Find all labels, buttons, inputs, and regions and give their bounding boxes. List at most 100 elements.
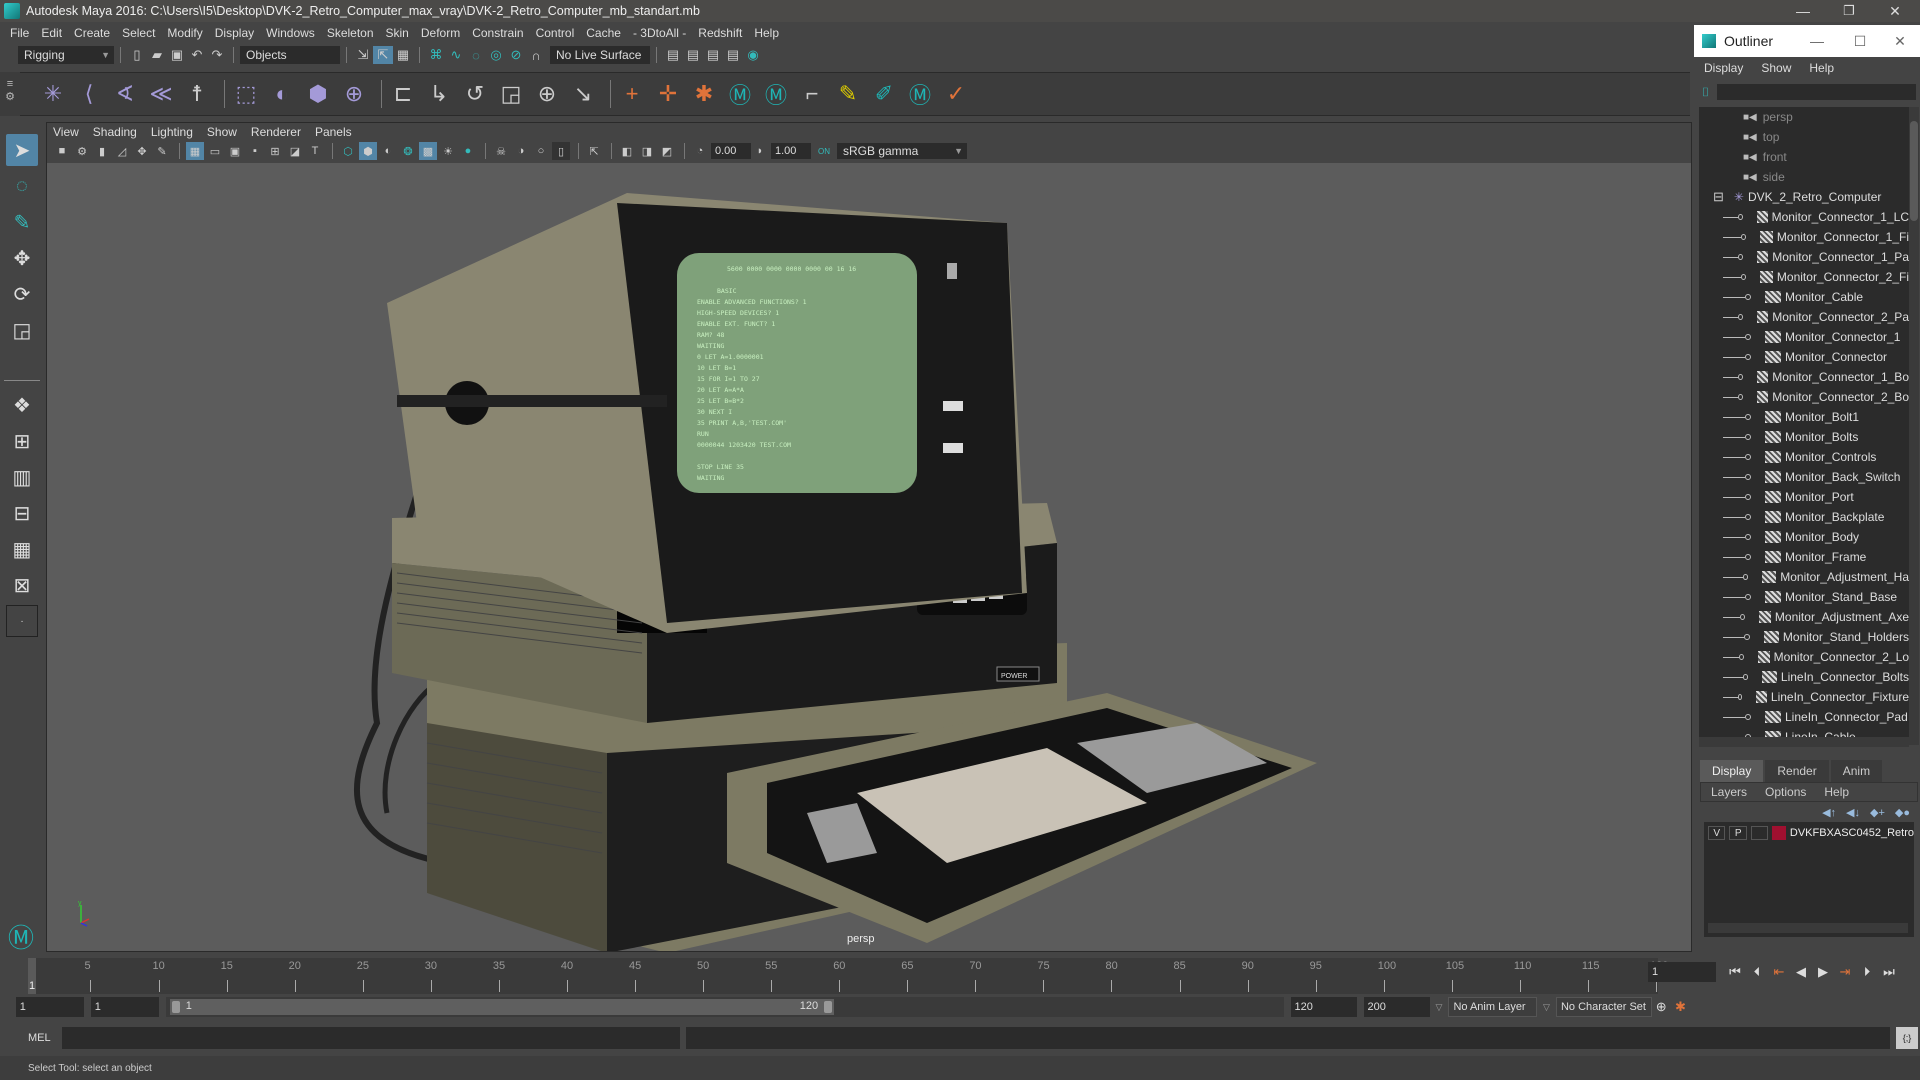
shelf-tabs-toggle[interactable]: ≡ ⚙ — [0, 72, 20, 116]
gamma-icon[interactable]: ◗ — [751, 142, 769, 160]
filter-toggle-icon[interactable]: ⌷ — [1702, 85, 1709, 100]
current-frame-field[interactable] — [1648, 962, 1716, 982]
outliner-item-mesh[interactable]: Monitor_Bolts — [1699, 427, 1909, 447]
minimize-button[interactable]: — — [1780, 0, 1826, 22]
save-scene-icon[interactable]: ▣ — [167, 46, 187, 64]
brush-icon[interactable]: ✎ — [833, 79, 863, 109]
outliner-item-mesh[interactable]: Monitor_Connector_2_Bo — [1699, 387, 1909, 407]
render-settings-icon[interactable]: ▤ — [723, 46, 743, 64]
outliner-menu-help[interactable]: Help — [1809, 61, 1834, 75]
outliner-item-mesh[interactable]: Monitor_Connector_1_LC — [1699, 207, 1909, 227]
smooth-skin-icon[interactable]: ◐ — [267, 79, 297, 109]
outliner-item-mesh[interactable]: Monitor_Controls — [1699, 447, 1909, 467]
tab-render[interactable]: Render — [1765, 760, 1829, 782]
outliner-item-mesh[interactable]: LineIn_Connector_Pad — [1699, 707, 1909, 727]
maya-m-icon[interactable]: Ⓜ — [725, 79, 755, 109]
menu-select[interactable]: Select — [122, 26, 155, 40]
menu-display[interactable]: Display — [215, 26, 254, 40]
outliner-menu-display[interactable]: Display — [1704, 61, 1743, 75]
render-current-icon[interactable]: ▤ — [683, 46, 703, 64]
wireframe-icon[interactable]: ⬡ — [339, 142, 357, 160]
outliner-item-camera[interactable]: ■◀ persp — [1699, 107, 1909, 127]
viewport-canvas[interactable]: POWER 5600 0000 0000 0000 0000 00 16 16 … — [47, 163, 1691, 951]
joint-tool-icon[interactable]: ✳ — [38, 79, 68, 109]
step-forward-frame-icon[interactable]: ⏵ — [1856, 964, 1878, 980]
move-layer-down-icon[interactable]: ◀↓ — [1846, 806, 1860, 819]
viewport-menu-panels[interactable]: Panels — [315, 125, 352, 139]
outliner-search-input[interactable] — [1717, 84, 1916, 100]
snap-live-icon[interactable]: ⊘ — [506, 46, 526, 64]
layer-playback-toggle[interactable]: P — [1729, 826, 1747, 840]
viewport-menu-renderer[interactable]: Renderer — [251, 125, 301, 139]
more-layouts-icon[interactable]: · — [6, 605, 38, 637]
wireframe-on-shaded-icon[interactable]: ❂ — [399, 142, 417, 160]
motion-blur-icon[interactable]: ◑ — [512, 142, 530, 160]
time-slider[interactable]: 1 5 10 15 20 25 30 35 40 45 50 55 60 65 70 75 80 85 90 95 1… — [20, 958, 1680, 994]
select-tool-icon[interactable]: ➤ — [6, 134, 38, 166]
layer-menu-options[interactable]: Options — [1765, 785, 1806, 799]
field-chart-icon[interactable]: ⊞ — [266, 142, 284, 160]
menu-skeleton[interactable]: Skeleton — [327, 26, 374, 40]
menu-constrain[interactable]: Constrain — [472, 26, 523, 40]
play-backward-icon[interactable]: ◀ — [1790, 964, 1812, 980]
menu-file[interactable]: File — [10, 26, 29, 40]
selection-mode-dropdown[interactable]: Objects — [240, 46, 340, 64]
outliner-item-mesh[interactable]: Monitor_Connector_2_Fi — [1699, 267, 1909, 287]
snap-view-icon[interactable]: ◎ — [486, 46, 506, 64]
character-icon[interactable]: ✱ — [689, 79, 719, 109]
camera-icon[interactable]: ■ — [53, 142, 71, 160]
outliner-item-camera[interactable]: ■◀ side — [1699, 167, 1909, 187]
render-view-icon[interactable]: ▤ — [663, 46, 683, 64]
outliner-item-mesh[interactable]: Monitor_Connector — [1699, 347, 1909, 367]
exposure-field[interactable] — [711, 143, 751, 159]
range-end-handle[interactable] — [824, 1001, 833, 1013]
layer-name[interactable]: DVKFBXASC0452_Retro — [1790, 827, 1914, 839]
chevron-down-icon[interactable]: ▽ — [1543, 1002, 1550, 1013]
layer-horizontal-scrollbar[interactable] — [1708, 923, 1908, 933]
lasso-tool-icon[interactable]: ◌ — [6, 170, 38, 202]
outliner-item-group[interactable]: ⊟ ✳ DVK_2_Retro_Computer — [1699, 187, 1909, 207]
outliner-item-mesh[interactable]: LineIn_Connector_Bolts — [1699, 667, 1909, 687]
undo-icon[interactable]: ↶ — [187, 46, 207, 64]
menu-edit[interactable]: Edit — [41, 26, 62, 40]
play-forward-icon[interactable]: ▶ — [1812, 964, 1834, 980]
locator-parent-icon[interactable]: ✛ — [653, 79, 683, 109]
isolate-select-icon[interactable]: ⇱ — [585, 142, 603, 160]
point-constraint-icon[interactable]: ↳ — [424, 79, 454, 109]
pole-vector-icon[interactable]: ↘ — [568, 79, 598, 109]
shadows-icon[interactable]: ● — [459, 142, 477, 160]
close-button[interactable]: ✕ — [1872, 0, 1918, 22]
layer-color-swatch[interactable] — [1772, 826, 1786, 840]
animation-preferences-icon[interactable]: ✱ — [1671, 999, 1690, 1015]
scale-constraint-icon[interactable]: ◲ — [496, 79, 526, 109]
redo-icon[interactable]: ↷ — [207, 46, 227, 64]
snap-curve-icon[interactable]: ∿ — [446, 46, 466, 64]
snap-point-icon[interactable]: ◌ — [466, 46, 486, 64]
outliner-menu-show[interactable]: Show — [1761, 61, 1791, 75]
resolution-gate-icon[interactable]: ▣ — [226, 142, 244, 160]
new-scene-icon[interactable]: ▯ — [127, 46, 147, 64]
command-language-label[interactable]: MEL — [28, 1032, 62, 1044]
use-default-material-icon[interactable]: ◐ — [379, 142, 397, 160]
maya-m2-icon[interactable]: Ⓜ — [761, 79, 791, 109]
viewport-menu-shading[interactable]: Shading — [93, 125, 137, 139]
textured-icon[interactable]: ▩ — [419, 142, 437, 160]
outliner-item-mesh[interactable]: Monitor_Connector_1 — [1699, 327, 1909, 347]
outliner-item-mesh[interactable]: Monitor_Back_Switch — [1699, 467, 1909, 487]
bone-paint-icon[interactable]: ⌐ — [797, 79, 827, 109]
outliner-item-mesh[interactable]: Monitor_Connector_2_Pa — [1699, 307, 1909, 327]
shelf-menu-icon[interactable]: ≡ — [0, 78, 20, 90]
anim-end-field[interactable] — [1363, 997, 1430, 1017]
collapse-icon[interactable]: ⊟ — [1713, 189, 1724, 205]
tab-display[interactable]: Display — [1700, 760, 1764, 782]
tab-anim[interactable]: Anim — [1830, 760, 1883, 782]
playback-end-field[interactable] — [1290, 997, 1357, 1017]
select-object-icon[interactable]: ⇱ — [373, 46, 393, 64]
anim-start-field[interactable] — [15, 997, 84, 1017]
lattice-icon[interactable]: ⬢ — [303, 79, 333, 109]
use-all-lights-icon[interactable]: ☀ — [439, 142, 457, 160]
outliner-item-mesh[interactable]: LineIn_Connector_Fixture — [1699, 687, 1909, 707]
layer-menu-help[interactable]: Help — [1824, 785, 1849, 799]
layer-menu-layers[interactable]: Layers — [1711, 785, 1747, 799]
anim-layer-dropdown[interactable]: No Anim Layer — [1448, 997, 1538, 1017]
